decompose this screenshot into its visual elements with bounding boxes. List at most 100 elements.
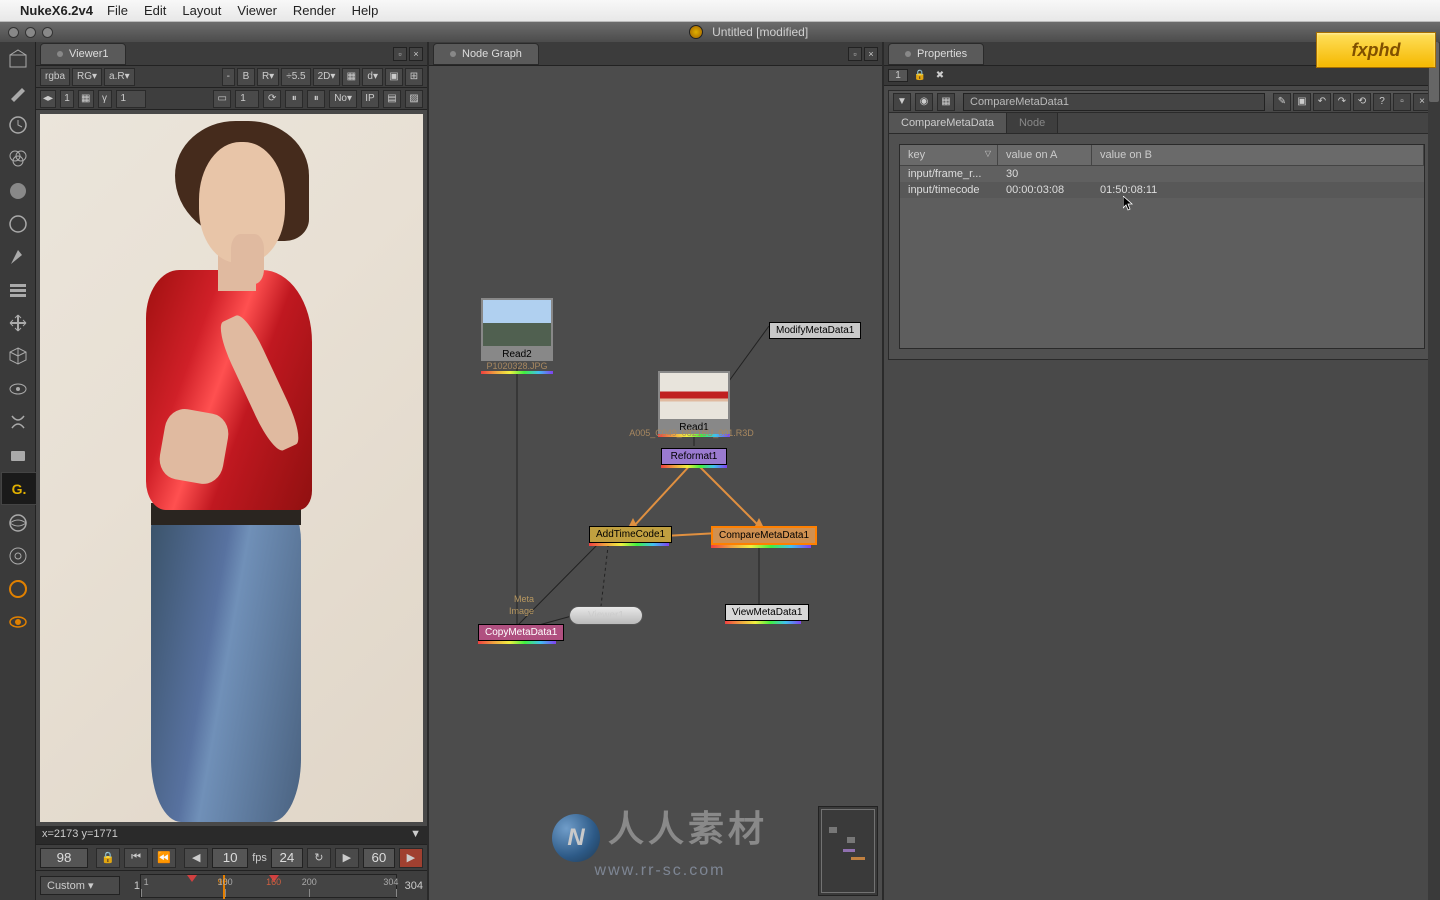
gamma-button[interactable]: γ (98, 90, 112, 108)
dimension-select[interactable]: 2D▾ (313, 68, 341, 86)
clear-all-button[interactable]: ✖ (932, 70, 948, 81)
prev-key-button[interactable]: ⏪ (152, 848, 176, 868)
metadata-tool-icon[interactable] (0, 405, 36, 438)
node-modifymetadata1[interactable]: ModifyMetaData1 (769, 322, 861, 339)
node-viewmetadata1[interactable]: ViewMetaData1 (725, 604, 809, 624)
current-frame-field[interactable] (40, 848, 88, 868)
node-comparemetadata1[interactable]: CompareMetaData1 (711, 526, 817, 548)
lock-button[interactable]: 🔒 (96, 848, 120, 868)
next-key-button[interactable]: ▶ (399, 848, 423, 868)
menu-viewer[interactable]: Viewer (237, 3, 277, 18)
center-node-button[interactable]: ◉ (915, 93, 933, 111)
nodegraph-tab[interactable]: Node Graph (433, 43, 539, 65)
lens-tool-icon[interactable] (0, 572, 36, 605)
node-name-field[interactable]: CompareMetaData1 (963, 93, 1265, 111)
menu-render[interactable]: Render (293, 3, 336, 18)
downrez-select[interactable]: d▾ (362, 68, 383, 86)
zoom-field[interactable]: ÷5.5 (281, 68, 310, 86)
panel-close-button[interactable]: × (864, 47, 878, 61)
layer-rg-select[interactable]: RG▾ (72, 68, 102, 86)
table-row[interactable]: input/frame_r... 30 (900, 166, 1424, 182)
time-tool-icon[interactable] (0, 108, 36, 141)
node-read2[interactable]: Read2 P1020328.JPG (481, 298, 553, 374)
play-forward-button[interactable]: ▶ (335, 848, 359, 868)
stripes-button[interactable]: ▨ (405, 90, 423, 108)
pause2-button[interactable]: ⏸ (307, 90, 325, 108)
status-expand-icon[interactable]: ▼ (410, 828, 421, 840)
loop-button[interactable]: ↻ (307, 848, 331, 868)
minimize-window-icon[interactable] (25, 27, 36, 38)
layer-r-select[interactable]: R▾ (257, 68, 279, 86)
overlay-button[interactable]: ▦ (78, 90, 93, 108)
ip-button[interactable]: IP (361, 90, 379, 108)
revert-button[interactable]: ⟲ (1353, 93, 1371, 111)
prev-keyframe-button[interactable]: ◂▸ (40, 90, 56, 108)
transform-tool-icon[interactable] (0, 306, 36, 339)
step-field[interactable] (212, 848, 248, 868)
ocula-tool-icon[interactable] (0, 506, 36, 539)
increment-field[interactable] (363, 848, 395, 868)
zoom-window-icon[interactable] (42, 27, 53, 38)
merge-tool-icon[interactable] (0, 273, 36, 306)
other-tool-icon[interactable] (0, 438, 36, 471)
node-copymetadata1[interactable]: CopyMetaData1 (478, 624, 564, 644)
clip-button[interactable]: ▭ (213, 90, 231, 108)
undo-button[interactable]: ↶ (1313, 93, 1331, 111)
collapse-button[interactable]: ▼ (893, 93, 911, 111)
goto-first-button[interactable]: ⏮ (124, 848, 148, 868)
column-value-b[interactable]: value on B (1092, 145, 1424, 165)
keyer-tool-icon[interactable] (0, 240, 36, 273)
table-row[interactable]: input/timecode 00:00:03:08 01:50:08:11 (900, 182, 1424, 198)
draw-tool-icon[interactable] (0, 75, 36, 108)
vertical-scrollbar[interactable] (1428, 42, 1440, 900)
stereo-button[interactable]: ▦ (342, 68, 360, 86)
color-tool-icon[interactable] (0, 174, 36, 207)
node-reformat1[interactable]: Reformat1 (661, 448, 727, 468)
viewer-tab[interactable]: Viewer1 (40, 43, 126, 65)
ruler-in-marker[interactable] (187, 875, 197, 882)
channel-select[interactable]: rgba (40, 68, 70, 86)
refresh-button[interactable]: ⟳ (263, 90, 281, 108)
input-b-button[interactable]: B (237, 68, 255, 86)
film-icon[interactable]: ▦ (937, 93, 955, 111)
3d-tool-icon[interactable] (0, 339, 36, 372)
menu-file[interactable]: File (107, 3, 128, 18)
redo-button[interactable]: ↷ (1333, 93, 1351, 111)
menu-edit[interactable]: Edit (144, 3, 166, 18)
views-tool-icon[interactable] (0, 372, 36, 405)
play-back-button[interactable]: ◀ (184, 848, 208, 868)
tab-comparemetadata[interactable]: CompareMetaData (889, 113, 1007, 133)
panel-float-button[interactable]: ▫ (393, 47, 407, 61)
properties-count[interactable]: 1 (888, 69, 908, 82)
fps-field[interactable] (271, 848, 303, 868)
roi-button[interactable]: ▣ (385, 68, 403, 86)
panel-float-button[interactable]: ▫ (848, 47, 862, 61)
viewer-image-area[interactable] (40, 114, 423, 822)
node-addtimecode1[interactable]: AddTimeCode1 (589, 526, 672, 546)
menu-layout[interactable]: Layout (182, 3, 221, 18)
help-button[interactable]: ? (1373, 93, 1391, 111)
edit-button[interactable]: ✎ (1273, 93, 1291, 111)
pause-button[interactable]: ⏸ (285, 90, 303, 108)
menu-help[interactable]: Help (352, 3, 379, 18)
toolkit-tool-icon[interactable] (0, 539, 36, 572)
timeline-ruler[interactable]: 98 160 1 100 200 304 (140, 874, 397, 898)
eye-tool-icon[interactable] (0, 605, 36, 638)
app-name[interactable]: NukeX6.2v4 (20, 3, 93, 18)
node-viewer1[interactable]: Viewer1 (569, 606, 643, 625)
image-tool-icon[interactable] (0, 42, 36, 75)
furnace-tool-icon[interactable]: G. (1, 472, 37, 505)
frame-step[interactable]: 1 (60, 90, 74, 108)
inputprocess-select[interactable]: No▾ (329, 90, 357, 108)
nodegraph-canvas[interactable]: Read2 P1020328.JPG Read1 A005_C049_08216… (429, 66, 882, 900)
ruler-mode-select[interactable]: Custom ▾ (40, 876, 120, 895)
panel-close-button[interactable]: × (409, 47, 423, 61)
float-button[interactable]: ▫ (1393, 93, 1411, 111)
filter-tool-icon[interactable] (0, 207, 36, 240)
lut-button[interactable]: ▤ (383, 90, 401, 108)
properties-tab[interactable]: Properties (888, 43, 984, 65)
layer-ar-select[interactable]: a.R▾ (104, 68, 135, 86)
column-key[interactable]: key▽ (900, 145, 998, 165)
column-value-a[interactable]: value on A (998, 145, 1092, 165)
gamma-value[interactable]: 1 (116, 90, 146, 108)
